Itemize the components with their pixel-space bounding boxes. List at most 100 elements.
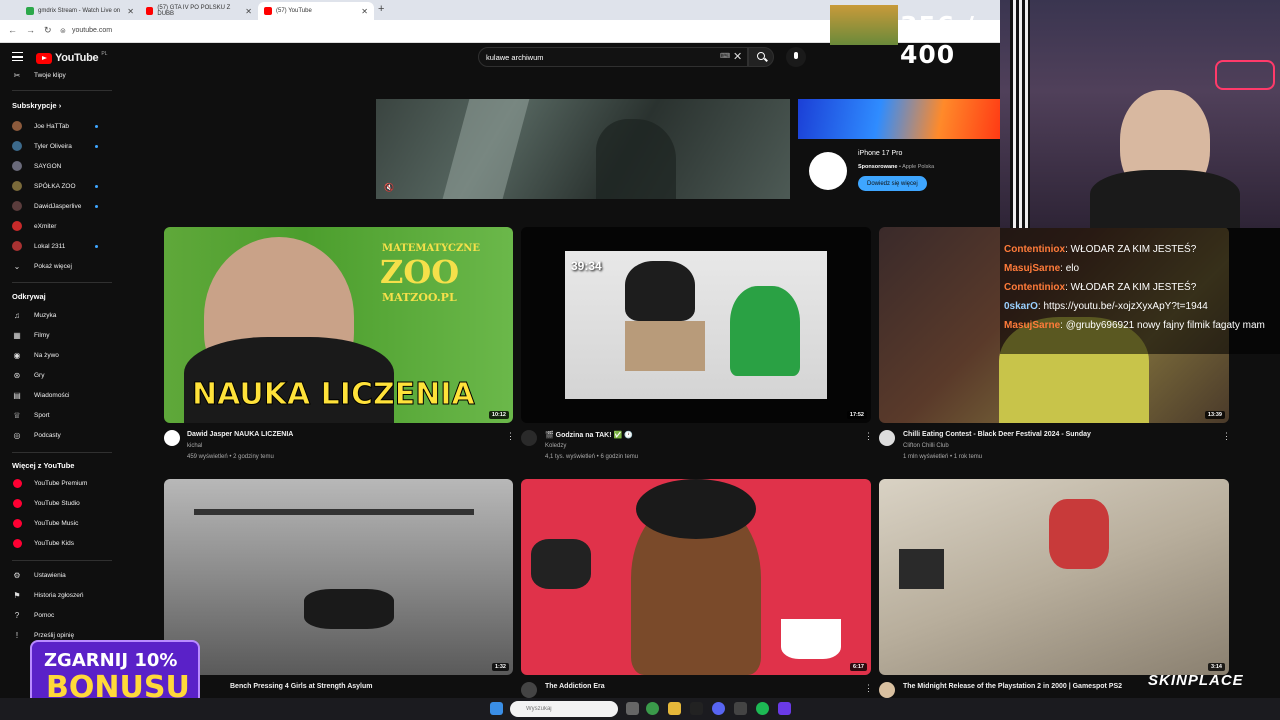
video-duration: 3:14 (1207, 663, 1225, 671)
reload-icon[interactable]: ↻ (44, 25, 52, 36)
show-more-button[interactable]: ⌄ Pokaż więcej (0, 257, 118, 275)
channel-avatar[interactable] (164, 430, 180, 446)
live-icon: ◉ (13, 350, 21, 360)
subscriptions-heading[interactable]: Subskrypcje › (12, 101, 61, 110)
thumbnail-art (730, 286, 800, 376)
video-thumbnail[interactable]: MATEMATYCZNE ZOO MATZOO.PL NAUKA LICZENI… (164, 227, 513, 423)
chat-text: @gruby696921 nowy fajny filmik fagaty ma… (1065, 320, 1265, 331)
browser-tab-gmdrix[interactable]: gmdrix Stream - Watch Live on ✕ (20, 2, 140, 20)
voice-search-button[interactable] (786, 47, 806, 67)
sidebar-item-subscription[interactable]: eXmiter (0, 217, 118, 235)
browser-tab-gta[interactable]: (57) GTA IV PO POLSKU Z DUBB ✕ (140, 2, 258, 20)
video-thumbnail[interactable]: 3:14 (879, 479, 1229, 675)
forward-icon[interactable]: → (26, 25, 35, 35)
spreadsheet-icon (26, 7, 34, 15)
more-options-icon[interactable]: ⋮ (864, 683, 873, 694)
sidebar-item-subscription[interactable]: DawidJasperlive (0, 197, 118, 215)
browser-tab-youtube[interactable]: (57) YouTube ✕ (258, 2, 374, 20)
sidebar-item-sport[interactable]: ♕ Sport (0, 406, 118, 424)
channel-name[interactable]: Koledzy (545, 443, 566, 449)
sidebar-item-label: YouTube Music (34, 519, 79, 527)
sidebar-item-subscription[interactable]: Tyler Oliveira (0, 137, 118, 155)
app-icon[interactable] (778, 702, 791, 715)
more-options-icon[interactable]: ⋮ (864, 431, 873, 442)
video-meta: 1 mln wyświetleń • 1 rok temu (903, 454, 983, 460)
ad-learn-more-button[interactable]: Dowiedz się więcej (858, 176, 927, 191)
sidebar-item-subscription[interactable]: Lokal 2311 (0, 237, 118, 255)
search-box[interactable]: ⌨ ✕ (478, 47, 748, 67)
sidebar-item-youtube-music[interactable]: YouTube Music (0, 514, 118, 532)
sidebar-item-label: Muzyka (34, 311, 57, 319)
video-title[interactable]: Chilli Eating Contest - Black Deer Festi… (903, 431, 1091, 438)
youtube-music-icon (12, 518, 22, 528)
sidebar-item-label: eXmiter (34, 222, 57, 230)
sidebar-item-youtube-studio[interactable]: YouTube Studio (0, 494, 118, 512)
chrome-icon[interactable] (646, 702, 659, 715)
video-title[interactable]: The Midnight Release of the Playstation … (903, 683, 1122, 690)
video-thumbnail[interactable]: 1:32 (164, 479, 513, 675)
task-view-icon[interactable] (626, 702, 639, 715)
app-icon[interactable] (690, 702, 703, 715)
channel-avatar[interactable] (879, 682, 895, 698)
new-content-dot (95, 244, 98, 248)
back-icon[interactable]: ← (8, 25, 17, 35)
clear-search-icon[interactable]: ✕ (733, 50, 742, 63)
youtube-logo[interactable]: YouTube PL (36, 51, 107, 64)
sidebar-item-help[interactable]: ? Pomoc (0, 606, 118, 624)
video-thumbnail[interactable]: 39:34 17:52 (521, 227, 871, 423)
chevron-down-icon: ⌄ (13, 261, 21, 271)
spotify-icon[interactable] (756, 702, 769, 715)
video-title[interactable]: 🎬 Godzina na TAK! ✅ 🕐 (545, 431, 633, 439)
video-title[interactable]: Dawid Jasper NAUKA LICZENIA (187, 431, 293, 438)
channel-name[interactable]: kichal (187, 443, 202, 449)
video-thumbnail[interactable]: 6:17 (521, 479, 871, 675)
sidebar-item-games[interactable]: ⊛ Gry (0, 366, 118, 384)
close-icon[interactable]: ✕ (127, 7, 134, 16)
windows-start-icon[interactable] (490, 702, 503, 715)
thumbnail-art (781, 619, 841, 659)
more-options-icon[interactable]: ⋮ (1222, 431, 1231, 442)
ad-image[interactable] (798, 99, 1000, 139)
discord-icon[interactable] (712, 702, 725, 715)
sidebar-item-news[interactable]: ▤ Wiadomości (0, 386, 118, 404)
channel-avatar[interactable] (879, 430, 895, 446)
ad-video-preview[interactable]: 🔇 (376, 99, 790, 199)
keyboard-icon[interactable]: ⌨ (720, 52, 730, 60)
sidebar-item-youtube-kids[interactable]: YouTube Kids (0, 534, 118, 552)
sidebar-item-films[interactable]: ▦ Filmy (0, 326, 118, 344)
apple-logo-icon[interactable] (809, 152, 847, 190)
channel-name[interactable]: Clifton Chilli Club (903, 443, 949, 449)
new-tab-icon[interactable]: + (378, 3, 384, 15)
search-button[interactable] (748, 47, 774, 67)
chat-text: elo (1065, 263, 1080, 274)
video-title[interactable]: Bench Pressing 4 Girls at Strength Asylu… (230, 683, 373, 690)
app-icon[interactable] (734, 702, 747, 715)
site-info-icon[interactable]: ⊜ (60, 27, 66, 35)
webcam-art (1010, 0, 1030, 228)
sidebar-item-subscription[interactable]: SAYGON (0, 157, 118, 175)
channel-avatar[interactable] (521, 682, 537, 698)
folder-icon[interactable] (668, 702, 681, 715)
sidebar-item-podcasts[interactable]: ◎ Podcasty (0, 426, 118, 444)
sidebar-item-subscription[interactable]: SPÓŁKA ZOO (0, 177, 118, 195)
sidebar-item-subscription[interactable]: Joe HaTTab (0, 117, 118, 135)
sidebar-item-settings[interactable]: ⚙ Ustawienia (0, 566, 118, 584)
close-icon[interactable]: ✕ (245, 7, 252, 16)
channel-avatar[interactable] (521, 430, 537, 446)
sidebar-item-your-clips[interactable]: ✂ Twoje klipy (0, 66, 118, 84)
video-title[interactable]: The Addiction Era (545, 683, 605, 690)
hamburger-menu-icon[interactable] (12, 52, 23, 61)
sidebar-item-music[interactable]: ♫ Muzyka (0, 306, 118, 324)
close-icon[interactable]: ✕ (361, 7, 368, 16)
url-field[interactable]: youtube.com (72, 27, 112, 34)
sidebar-item-youtube-premium[interactable]: YouTube Premium (0, 474, 118, 492)
search-input[interactable] (486, 53, 706, 62)
youtube-icon (264, 7, 272, 15)
ad-title[interactable]: iPhone 17 Pro (858, 150, 902, 157)
sidebar-item-live[interactable]: ◉ Na żywo (0, 346, 118, 364)
sidebar-item-report-history[interactable]: ⚑ Historia zgłoszeń (0, 586, 118, 604)
taskbar-search[interactable] (510, 701, 618, 717)
sidebar-item-label: Gry (34, 371, 45, 379)
more-options-icon[interactable]: ⋮ (506, 431, 515, 442)
mute-icon[interactable]: 🔇 (384, 183, 394, 192)
